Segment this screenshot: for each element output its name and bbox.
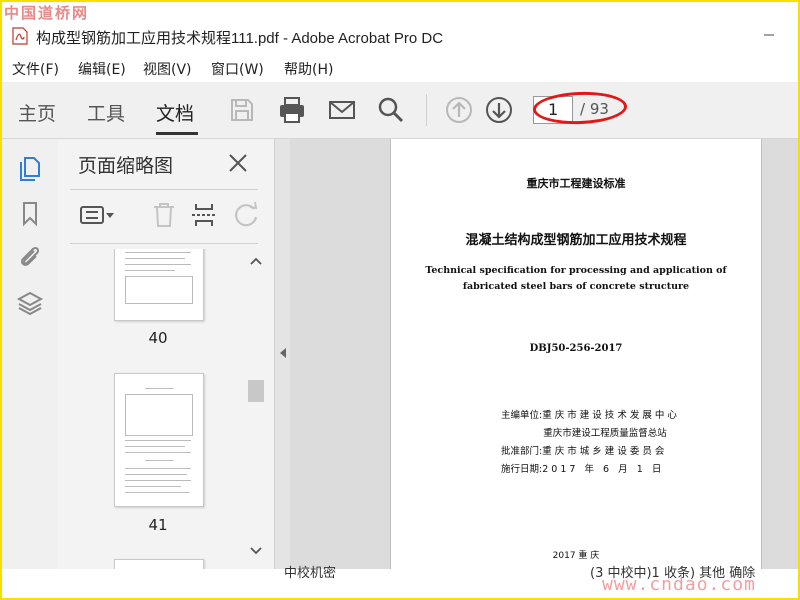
watermark-bottom: www.cndao.com — [602, 574, 756, 595]
menu-edit[interactable]: 编辑(E) — [78, 59, 126, 79]
layers-icon[interactable] — [16, 289, 44, 317]
menu-window[interactable]: 窗口(W) — [211, 59, 264, 79]
page-info-line: 重庆市建设工程质量监督总站 — [501, 428, 667, 439]
bookmarks-icon[interactable] — [16, 199, 44, 227]
pdf-file-icon — [12, 27, 28, 45]
page-info-line: 主编单位:重 庆 市 建 设 技 术 发 展 中 心 — [501, 410, 677, 421]
menu-bar: 文件(F) 编辑(E) 视图(V) 窗口(W) 帮助(H) — [2, 56, 798, 80]
thumbnail-options-icon[interactable] — [78, 199, 118, 231]
window-title: 构成型钢筋加工应用技术规程111.pdf - Adobe Acrobat Pro… — [36, 30, 444, 47]
thumbnail-scrollbar[interactable] — [246, 245, 268, 567]
thumbnail-label-40: 40 — [148, 329, 168, 347]
page-standard-code: DBJ50-256-2017 — [529, 343, 623, 354]
panel-collapse-strip[interactable] — [274, 139, 291, 569]
watermark-top: 中国道桥网 — [4, 4, 90, 22]
active-tab-indicator — [156, 132, 198, 135]
collapse-arrow-icon[interactable] — [278, 347, 288, 359]
pdf-page: 重庆市工程建设标准 混凝土结构成型钢筋加工应用技术规程 Technical sp… — [390, 139, 762, 569]
page-thumbnails-panel: 页面缩略图 40 41 — [58, 139, 274, 569]
rotate-icon[interactable] — [230, 199, 262, 231]
delete-icon[interactable] — [148, 199, 180, 231]
tab-document[interactable]: 文档 — [156, 99, 194, 126]
minimize-icon[interactable] — [762, 28, 776, 42]
tab-tools[interactable]: 工具 — [87, 99, 125, 126]
scrollbar-thumb[interactable] — [248, 380, 264, 402]
title-bar: 构成型钢筋加工应用技术规程111.pdf - Adobe Acrobat Pro… — [2, 22, 798, 52]
close-icon[interactable] — [226, 151, 250, 175]
bottom-fragment: 中校机密 — [284, 566, 337, 581]
next-page-icon[interactable] — [483, 94, 515, 126]
toolbar-separator — [426, 94, 427, 126]
page-info-line: 施行日期:2 0 1 7 年 6 月 1 日 — [501, 464, 662, 475]
thumbnail-list: 40 41 — [70, 249, 246, 569]
page-title-en-line1: Technical specification for processing a… — [425, 265, 727, 276]
search-icon[interactable] — [375, 94, 407, 126]
document-view[interactable]: 重庆市工程建设标准 混凝土结构成型钢筋加工应用技术规程 Technical sp… — [290, 139, 798, 569]
previous-page-icon[interactable] — [443, 94, 475, 126]
email-icon[interactable] — [326, 94, 358, 126]
page-thumbnails-icon[interactable] — [16, 153, 44, 181]
thumbnail-page-41[interactable] — [114, 373, 204, 507]
page-title-en-line2: fabricated steel bars of concrete struct… — [462, 281, 690, 292]
thumbnail-page-40[interactable] — [114, 249, 204, 321]
scroll-up-icon[interactable] — [248, 255, 264, 267]
menu-view[interactable]: 视图(V) — [143, 59, 192, 79]
panel-title: 页面缩略图 — [78, 155, 174, 177]
panel-divider — [70, 243, 258, 244]
extract-pages-icon[interactable] — [188, 199, 220, 231]
print-icon[interactable] — [276, 94, 308, 126]
page-org: 重庆市工程建设标准 — [526, 177, 626, 190]
save-icon[interactable] — [226, 94, 258, 126]
navigation-rail — [2, 139, 59, 569]
attachments-icon[interactable] — [16, 243, 44, 271]
menu-help[interactable]: 帮助(H) — [284, 59, 333, 79]
tab-home[interactable]: 主页 — [18, 99, 56, 126]
page-footer: 2017 重 庆 — [552, 551, 600, 561]
thumbnail-label-41: 41 — [148, 516, 168, 534]
menu-file[interactable]: 文件(F) — [12, 59, 59, 79]
page-title-cn: 混凝土结构成型钢筋加工应用技术规程 — [465, 233, 687, 248]
panel-divider — [70, 189, 258, 190]
page-info-line: 批准部门:重 庆 市 城 乡 建 设 委 员 会 — [501, 446, 665, 457]
main-toolbar: 主页 工具 文档 1 / 93 — [2, 82, 798, 139]
scroll-down-icon[interactable] — [248, 545, 264, 557]
thumbnail-page-42[interactable] — [114, 559, 204, 569]
